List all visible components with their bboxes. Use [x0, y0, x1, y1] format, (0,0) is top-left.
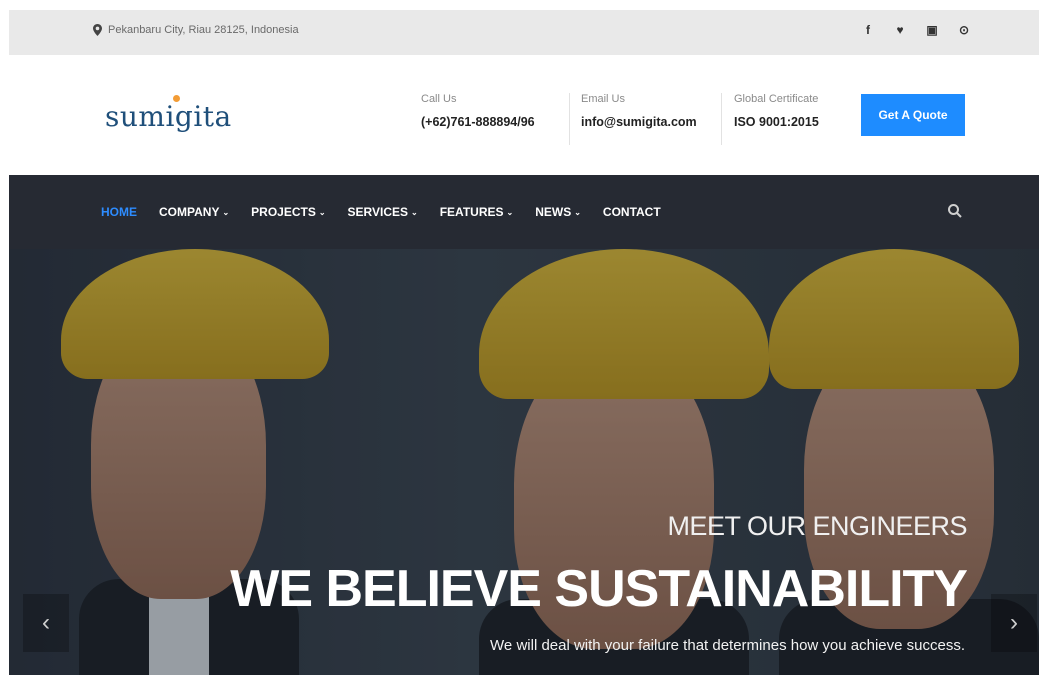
- chevron-down-icon: ⌄: [222, 207, 230, 217]
- address-info: Pekanbaru City, Riau 28125, Indonesia: [93, 24, 299, 36]
- nav-item-label: HOME: [101, 205, 137, 219]
- hero-subtitle: MEET OUR ENGINEERS: [667, 511, 967, 541]
- location-pin-icon: [93, 24, 102, 36]
- call-us-label: Call Us: [421, 93, 457, 105]
- slider-next-button[interactable]: ›: [991, 594, 1037, 652]
- page: Pekanbaru City, Riau 28125, Indonesia f …: [9, 10, 1039, 675]
- nav-item-label: COMPANY: [159, 205, 220, 219]
- hero-slider: MEET OUR ENGINEERS WE BELIEVE SUSTAINABI…: [9, 249, 1039, 675]
- nav-item-features[interactable]: FEATURES ⌄: [440, 205, 513, 219]
- certificate-value: ISO 9001:2015: [734, 115, 819, 129]
- nav-item-label: NEWS: [535, 205, 572, 219]
- nav-item-label: PROJECTS: [251, 205, 316, 219]
- chevron-down-icon: ⌄: [411, 207, 418, 217]
- get-a-quote-button[interactable]: Get A Quote: [861, 94, 965, 136]
- logo-text: sumigita: [105, 100, 232, 133]
- divider: [721, 93, 722, 145]
- search-icon[interactable]: [947, 203, 963, 219]
- chevron-down-icon: ⌄: [574, 207, 581, 217]
- top-bar: Pekanbaru City, Riau 28125, Indonesia f …: [9, 10, 1039, 55]
- email-us-value: info@sumigita.com: [581, 115, 697, 129]
- call-us-value: (+62)761-888894/96: [421, 115, 535, 129]
- nav-item-label: SERVICES: [347, 205, 409, 219]
- divider: [569, 93, 570, 145]
- instagram-icon[interactable]: ▣: [925, 23, 939, 37]
- chevron-down-icon: ⌄: [318, 207, 326, 217]
- nav-item-contact[interactable]: CONTACT: [603, 205, 661, 219]
- nav-item-news[interactable]: NEWS ⌄: [535, 205, 581, 219]
- github-icon[interactable]: ⊙: [957, 23, 971, 37]
- call-us-info: Call Us (+62)761-888894/96: [421, 93, 535, 129]
- nav-item-services[interactable]: SERVICES ⌄: [348, 205, 418, 219]
- chevron-right-icon: ›: [1010, 609, 1018, 636]
- main-navigation: HOME COMPANY ⌄ PROJECTS ⌄ SERVICES ⌄ FEA…: [9, 175, 1039, 249]
- email-us-label: Email Us: [581, 93, 626, 105]
- certificate-info: Global Certificate ISO 9001:2015: [734, 93, 819, 129]
- logo[interactable]: sumigita: [105, 95, 232, 133]
- social-links: f ♥ ▣ ⊙: [861, 23, 971, 37]
- logo-dot-icon: [173, 95, 180, 102]
- certificate-label: Global Certificate: [734, 93, 819, 105]
- header: sumigita Call Us (+62)761-888894/96 Emai…: [9, 55, 1039, 175]
- email-us-info: Email Us info@sumigita.com: [581, 93, 697, 129]
- hero-title: WE BELIEVE SUSTAINABILITY: [230, 560, 968, 618]
- nav-item-label: CONTACT: [602, 205, 661, 219]
- chevron-left-icon: ‹: [42, 609, 50, 636]
- nav-item-label: FEATURES: [439, 205, 504, 219]
- facebook-icon[interactable]: f: [861, 23, 875, 37]
- hero-description: We will deal with your failure that dete…: [490, 637, 965, 654]
- slider-prev-button[interactable]: ‹: [23, 594, 69, 652]
- nav-item-projects[interactable]: PROJECTS ⌄: [251, 205, 325, 219]
- nav-item-home[interactable]: HOME: [101, 205, 137, 219]
- address-text: Pekanbaru City, Riau 28125, Indonesia: [108, 24, 299, 36]
- twitter-icon[interactable]: ♥: [893, 23, 907, 37]
- nav-item-company[interactable]: COMPANY ⌄: [159, 205, 229, 219]
- chevron-down-icon: ⌄: [506, 207, 514, 217]
